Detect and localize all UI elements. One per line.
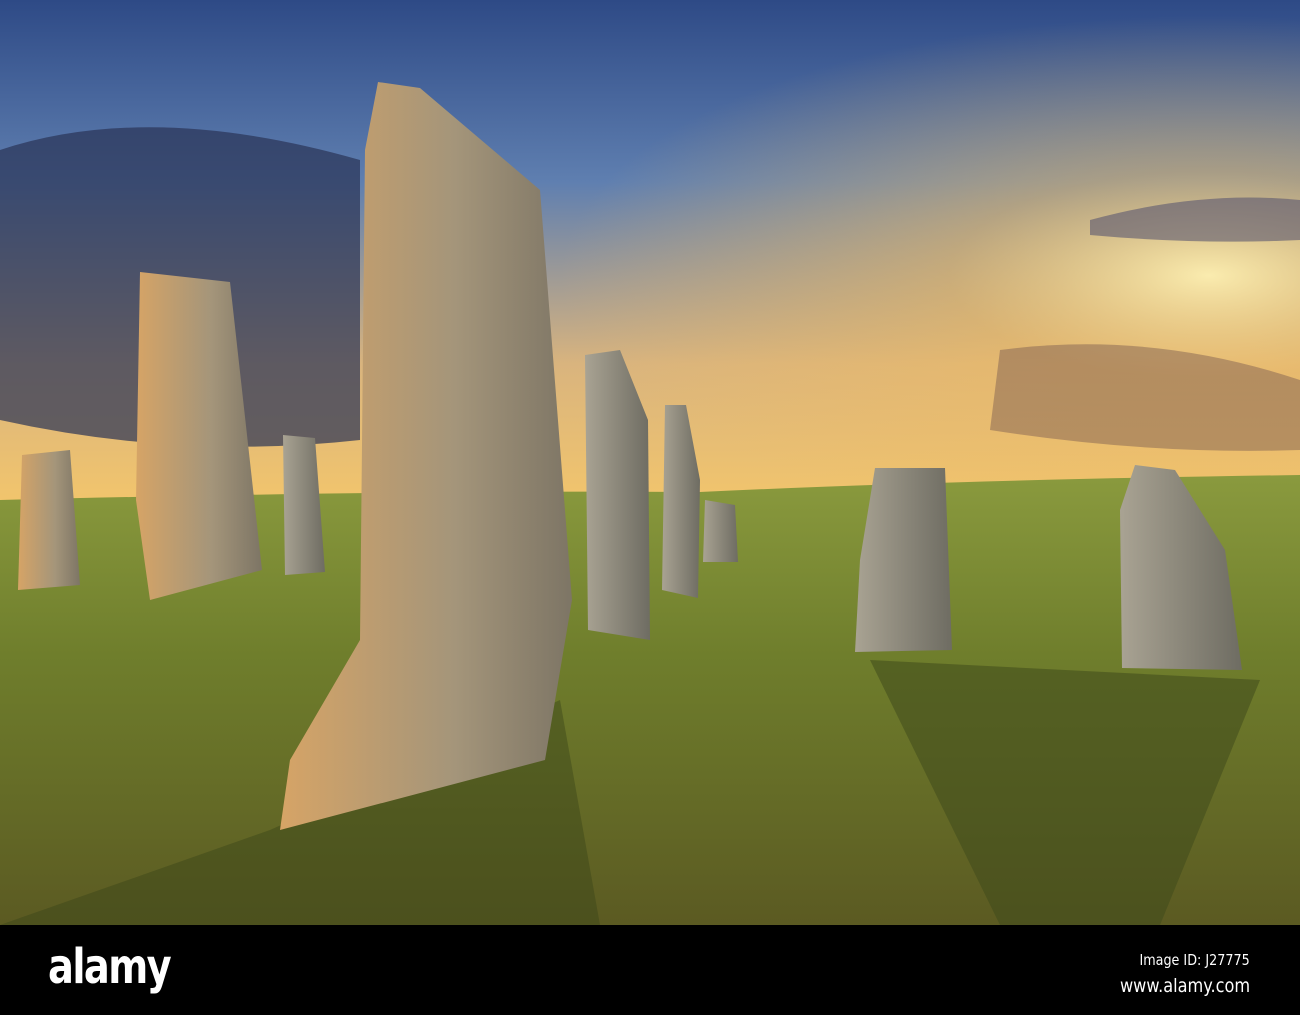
image-id-label: Image ID: J27775 [1139,951,1250,969]
watermark-footer: alamy Image ID: J27775 www.alamy.com [0,925,1300,1015]
website-link[interactable]: www.alamy.com [1120,975,1250,997]
alamy-logo[interactable]: alamy [48,939,172,995]
photo-standing-stones [0,0,1300,925]
